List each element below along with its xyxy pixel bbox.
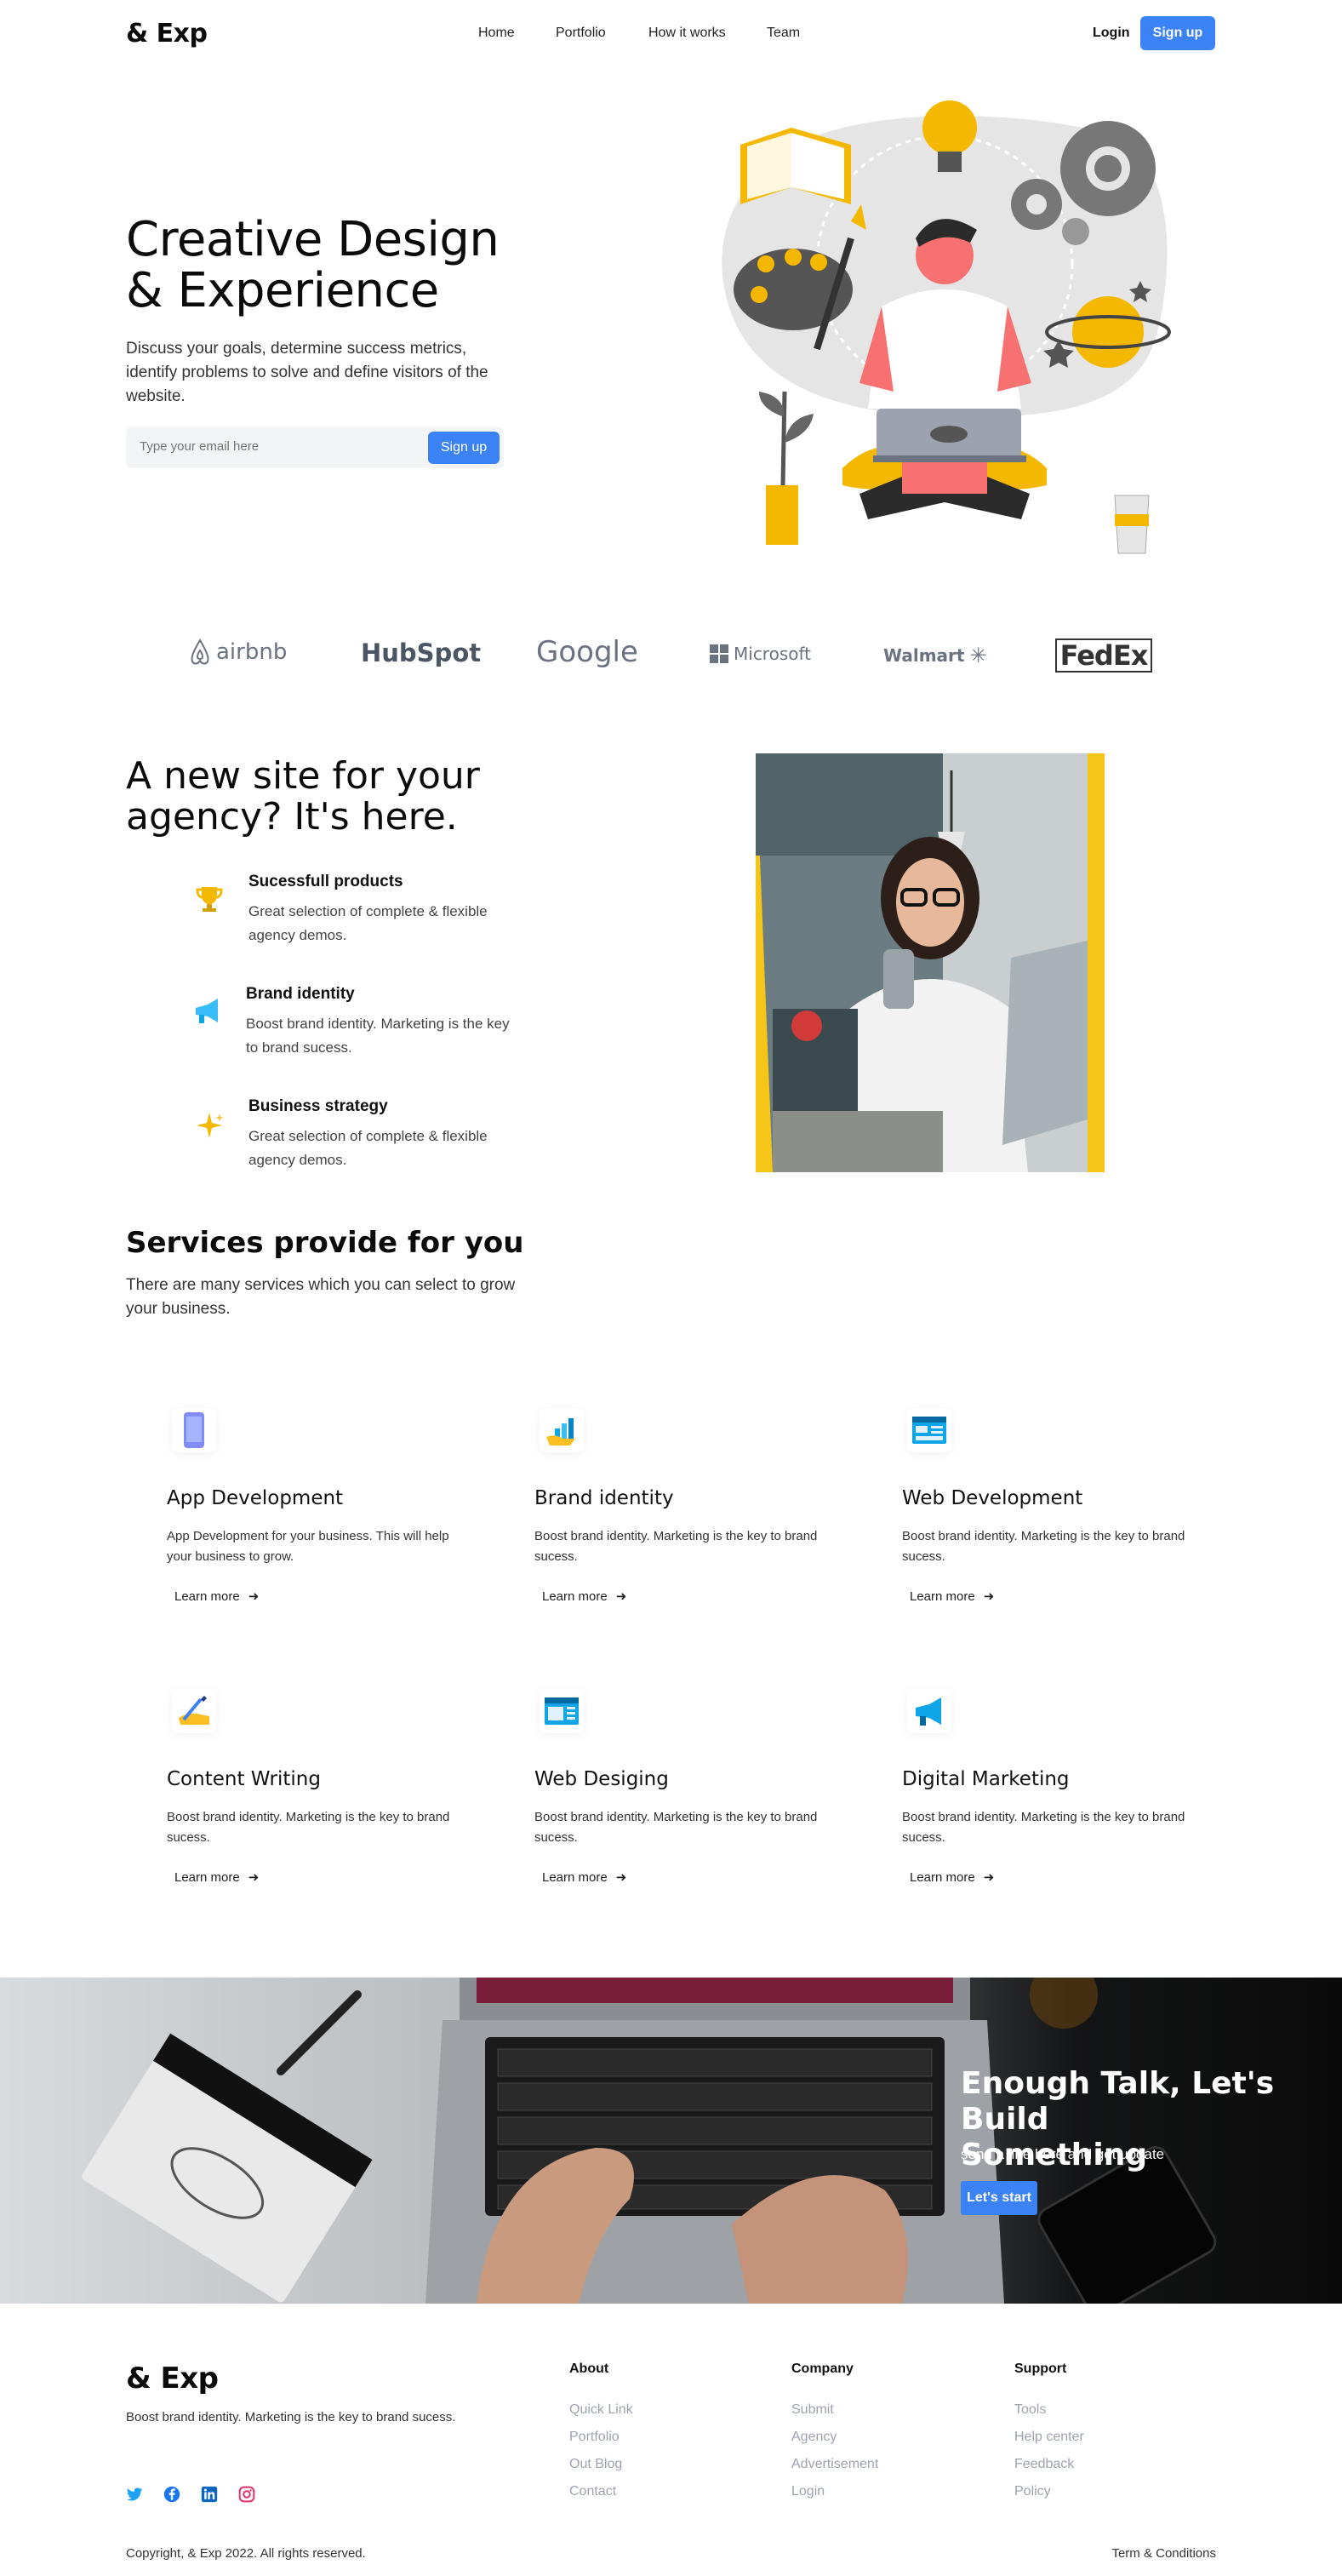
cta-subtitle: send a line here and get update: [961, 2146, 1165, 2162]
brand-fedex: FedEx: [1055, 638, 1152, 673]
megaphone-icon: [907, 1689, 951, 1733]
footer-col-title: Support: [1014, 2361, 1067, 2376]
trophy-icon: [194, 884, 225, 914]
hero-title: Creative Design & Experience: [126, 212, 500, 318]
footer-link[interactable]: Out Blog: [569, 2457, 633, 2472]
learn-more-link[interactable]: Learn more ➜: [174, 1869, 260, 1886]
cta-start-button[interactable]: Let's start: [961, 2181, 1037, 2215]
hero-illustration: [722, 100, 1171, 554]
instagram-icon[interactable]: [238, 2486, 255, 2503]
phone-icon: [172, 1408, 216, 1452]
arrow-right-icon: ➜: [248, 1870, 260, 1885]
email-input[interactable]: [140, 439, 395, 454]
arrow-right-icon: ➜: [983, 1589, 995, 1604]
service-title: App Development: [167, 1487, 344, 1509]
footer-link[interactable]: Quick Link: [569, 2402, 633, 2418]
nav-portfolio[interactable]: Portfolio: [556, 26, 606, 41]
footer-link[interactable]: Contact: [569, 2484, 633, 2499]
feature-desc: Great selection of complete & flexible a…: [248, 1128, 488, 1168]
twitter-icon[interactable]: [126, 2486, 143, 2503]
feature-desc: Great selection of complete & flexible a…: [248, 903, 488, 943]
footer-link[interactable]: Advertisement: [791, 2457, 878, 2472]
footer-link[interactable]: Help center: [1014, 2430, 1084, 2445]
arrow-right-icon: ➜: [248, 1589, 260, 1604]
cup-icon: [1114, 495, 1150, 554]
social-links: [126, 2486, 255, 2503]
service-desc: Boost brand identity. Marketing is the k…: [902, 1810, 1185, 1845]
feature-desc: Boost brand identity. Marketing is the k…: [246, 1016, 510, 1056]
microsoft-icon: [710, 644, 728, 663]
feature-title: Business strategy: [248, 1097, 388, 1115]
facebook-icon[interactable]: [163, 2486, 180, 2503]
sparkle-icon: [194, 1110, 225, 1141]
learn-more-link[interactable]: Learn more ➜: [174, 1589, 260, 1605]
nav-home[interactable]: Home: [478, 26, 515, 41]
hero-subtitle: Discuss your goals, determine success me…: [126, 340, 488, 405]
service-title: Web Desiging: [534, 1768, 669, 1790]
footer-col-support: Support Tools Help center Feedback Polic…: [1014, 2361, 1084, 2499]
service-title: Brand identity: [534, 1487, 674, 1509]
terms-link[interactable]: Term & Conditions: [1111, 2546, 1216, 2561]
footer-link[interactable]: Policy: [1014, 2484, 1084, 2499]
services-subtitle: There are many services which you can se…: [126, 1276, 516, 1318]
learn-more-link[interactable]: Learn more ➜: [542, 1869, 627, 1886]
learn-more-link[interactable]: Learn more ➜: [910, 1869, 995, 1886]
service-desc: Boost brand identity. Marketing is the k…: [534, 1529, 818, 1564]
airbnb-icon: [191, 638, 209, 665]
service-desc: Boost brand identity. Marketing is the k…: [902, 1529, 1185, 1564]
hero-signup-button[interactable]: Sign up: [428, 432, 500, 464]
learn-more-link[interactable]: Learn more ➜: [910, 1589, 995, 1605]
footer-col-title: Company: [791, 2361, 854, 2376]
logo[interactable]: & Exp: [126, 19, 208, 49]
footer-link[interactable]: Feedback: [1014, 2457, 1084, 2472]
arrow-right-icon: ➜: [615, 1870, 627, 1885]
spark-icon: ✳: [969, 644, 987, 667]
nav-how-it-works[interactable]: How it works: [648, 26, 726, 41]
footer-desc: Boost brand identity. Marketing is the k…: [126, 2410, 456, 2424]
email-form: Sign up: [126, 427, 504, 468]
brand-hubspot: HubSpot: [361, 638, 482, 667]
brand-walmart: Walmart ✳: [883, 644, 987, 667]
login-link[interactable]: Login: [1093, 26, 1130, 41]
plant-icon: [759, 391, 814, 545]
footer-link[interactable]: Login: [791, 2484, 878, 2499]
writing-hand-icon: [172, 1689, 216, 1733]
arrow-right-icon: ➜: [983, 1870, 995, 1885]
cta-banner: Enough Talk, Let's Build Something send …: [0, 1978, 1342, 2304]
footer-col-about: About Quick Link Portfolio Out Blog Cont…: [569, 2361, 633, 2499]
learn-more-link[interactable]: Learn more ➜: [542, 1589, 627, 1605]
service-title: Web Development: [902, 1487, 1083, 1509]
service-desc: App Development for your business. This …: [167, 1529, 449, 1564]
features-title: A new site for your agency? It's here.: [126, 754, 480, 839]
footer-link[interactable]: Agency: [791, 2430, 878, 2445]
service-title: Digital Marketing: [902, 1768, 1070, 1790]
feature-title: Brand identity: [246, 985, 355, 1003]
nav-team[interactable]: Team: [767, 26, 800, 41]
webpage-icon: [540, 1689, 584, 1733]
brand-airbnb: airbnb: [189, 638, 287, 666]
footer-logo[interactable]: & Exp: [126, 2361, 219, 2396]
brand-google: Google: [536, 635, 638, 669]
browser-icon: [907, 1408, 951, 1452]
brand-microsoft: Microsoft: [710, 644, 811, 664]
woman-photo: [756, 753, 1105, 1172]
services-title: Services provide for you: [126, 1226, 524, 1260]
megaphone-icon: [192, 996, 223, 1027]
chart-hand-icon: [540, 1408, 584, 1452]
nav-signup-button[interactable]: Sign up: [1140, 16, 1215, 50]
arrow-right-icon: ➜: [615, 1589, 627, 1604]
footer-link[interactable]: Submit: [791, 2402, 878, 2418]
copyright: Copyright, & Exp 2022. All rights reserv…: [126, 2546, 366, 2561]
footer-col-title: About: [569, 2361, 609, 2376]
service-title: Content Writing: [167, 1768, 321, 1790]
service-desc: Boost brand identity. Marketing is the k…: [534, 1810, 818, 1845]
service-desc: Boost brand identity. Marketing is the k…: [167, 1810, 450, 1845]
feature-title: Sucessfull products: [248, 873, 403, 890]
footer-col-company: Company Submit Agency Advertisement Logi…: [791, 2361, 878, 2499]
footer-link[interactable]: Portfolio: [569, 2430, 633, 2445]
linkedin-icon[interactable]: [201, 2486, 218, 2503]
footer-link[interactable]: Tools: [1014, 2402, 1084, 2418]
